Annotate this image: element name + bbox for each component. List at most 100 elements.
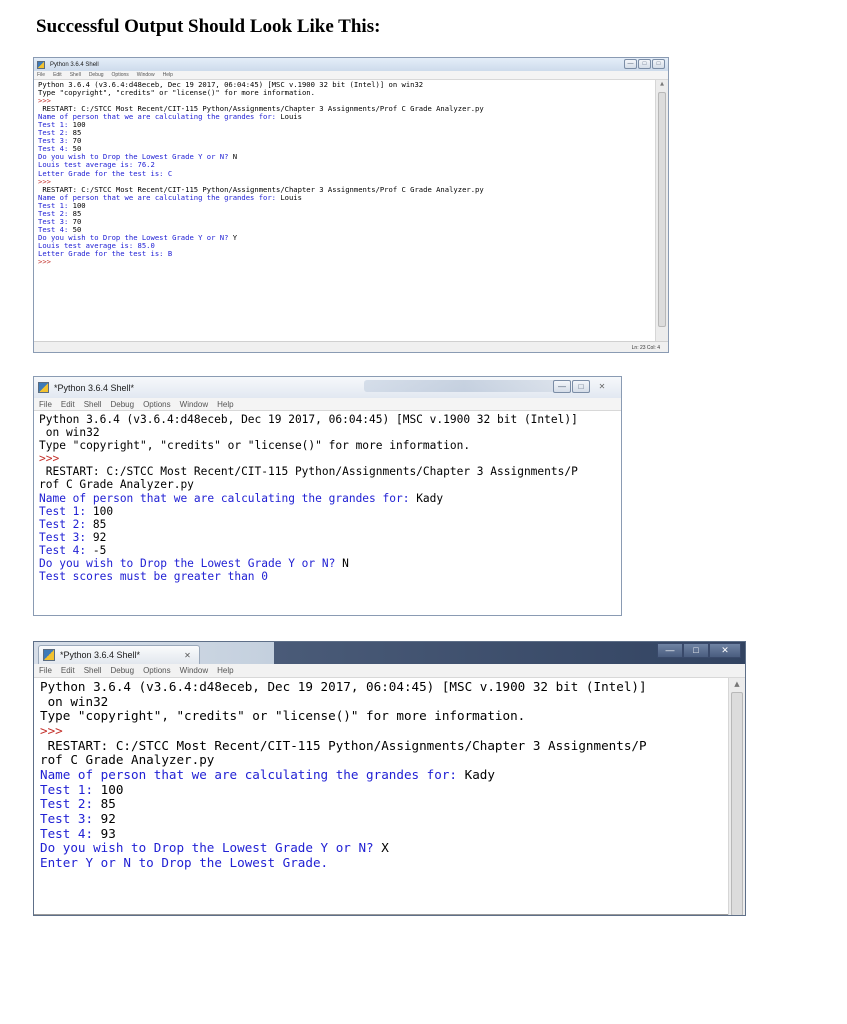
window-controls: — □ ✕ (657, 643, 741, 658)
console-text: Louis (280, 112, 302, 122)
title-bar: Python 3.6.4 Shell — □ □ (34, 58, 668, 71)
menu-edit[interactable]: Edit (61, 400, 75, 409)
menu-bar: File Edit Shell Debug Options Window Hel… (34, 664, 745, 678)
menu-bar: File Edit Shell Debug Options Window Hel… (34, 71, 668, 80)
shell-prompt: >>> (40, 722, 71, 738)
console-text: rof C Grade Analyzer.py (39, 478, 194, 492)
console-text: 100 (100, 781, 124, 797)
console-text: Kady (416, 491, 444, 505)
menu-edit[interactable]: Edit (61, 666, 75, 675)
background-window-blur (364, 380, 564, 392)
console-line: RESTART: C:/STCC Most Recent/CIT-115 Pyt… (39, 465, 621, 478)
program-output: Test 4: (39, 543, 93, 557)
maximize-button[interactable]: □ (638, 59, 651, 69)
console-text: rof C Grade Analyzer.py (40, 752, 215, 768)
console-line: Test 4: 93 (40, 826, 745, 842)
console-text: 92 (92, 530, 107, 544)
menu-debug[interactable]: Debug (110, 666, 134, 675)
console-text: 85 (100, 796, 116, 812)
menu-options[interactable]: Options (112, 72, 129, 78)
console-line: Test 2: 85 (38, 129, 668, 137)
console-text: Type "copyright", "credits" or "license(… (40, 708, 526, 724)
menu-help[interactable]: Help (217, 666, 233, 675)
vertical-scrollbar[interactable]: ▲ (655, 80, 668, 341)
menu-help[interactable]: Help (163, 72, 173, 78)
console-line: Name of person that we are calculating t… (40, 766, 745, 783)
close-button[interactable]: ✕ (591, 380, 613, 393)
program-output: Name of person that we are calculating t… (39, 491, 417, 505)
close-button[interactable]: ✕ (709, 643, 741, 658)
shell-prompt: >>> (38, 257, 56, 267)
minimize-button[interactable]: — (624, 59, 637, 69)
window-tab[interactable]: *Python 3.6.4 Shell* ✕ (38, 645, 200, 664)
console-text: N (342, 557, 349, 571)
menu-edit[interactable]: Edit (53, 72, 62, 78)
close-icon: ✕ (598, 381, 606, 391)
menu-file[interactable]: File (39, 400, 52, 409)
horizontal-scrollbar[interactable] (34, 914, 728, 915)
scroll-up-icon[interactable]: ▲ (656, 82, 668, 87)
program-output: Test 1: (39, 504, 93, 518)
tab-close-icon[interactable]: ✕ (184, 651, 191, 660)
menu-debug[interactable]: Debug (110, 400, 134, 409)
console-text: Kady (464, 766, 495, 782)
close-button[interactable]: □ (652, 59, 665, 69)
console-line: Test scores must be greater than 0 (39, 570, 621, 583)
menu-shell[interactable]: Shell (84, 400, 102, 409)
console-line: Test 3: 70 (38, 137, 668, 145)
minimize-icon: — (627, 61, 634, 67)
minimize-button[interactable]: — (553, 380, 571, 393)
console-line: RESTART: C:/STCC Most Recent/CIT-115 Pyt… (40, 738, 745, 754)
shell-window-1: Python 3.6.4 Shell — □ □ File Edit Shell… (33, 57, 669, 353)
console-line: Type "copyright", "credits" or "license(… (39, 439, 621, 452)
menu-shell[interactable]: Shell (84, 666, 102, 675)
page-heading: Successful Output Should Look Like This: (36, 16, 381, 37)
menu-debug[interactable]: Debug (89, 72, 104, 78)
console-text: Y (232, 232, 238, 242)
console-text: Python 3.6.4 (v3.6.4:d48eceb, Dec 19 201… (39, 413, 578, 426)
console-line: on win32 (39, 426, 621, 439)
console-text: Louis (280, 192, 302, 202)
scroll-thumb[interactable] (731, 692, 743, 915)
console-line: Type "copyright", "credits" or "license(… (40, 708, 745, 724)
menu-help[interactable]: Help (217, 400, 233, 409)
console-text: on win32 (39, 426, 100, 440)
python-icon (38, 382, 49, 393)
vertical-scrollbar[interactable]: ▲ (728, 678, 745, 915)
maximize-button[interactable]: □ (683, 643, 709, 658)
console-line: rof C Grade Analyzer.py (40, 752, 745, 768)
minimize-icon: — (665, 645, 675, 655)
console-line: rof C Grade Analyzer.py (39, 478, 621, 491)
menu-window[interactable]: Window (180, 666, 208, 675)
console-text: Python 3.6.4 (v3.6.4:d48eceb, Dec 19 201… (40, 679, 647, 694)
maximize-button[interactable]: □ (572, 380, 590, 393)
menu-options[interactable]: Options (143, 666, 171, 675)
python-icon (37, 60, 45, 69)
shell-prompt: >>> (39, 452, 66, 466)
window-title: *Python 3.6.4 Shell* (54, 382, 135, 393)
console-line: Python 3.6.4 (v3.6.4:d48eceb, Dec 19 201… (40, 679, 745, 695)
menu-window[interactable]: Window (180, 400, 208, 409)
console-line: Test 1: 100 (39, 505, 621, 518)
shell-console[interactable]: Python 3.6.4 (v3.6.4:d48eceb, Dec 19 201… (34, 678, 745, 915)
console-line: Test 3: 70 (38, 217, 668, 226)
menu-shell[interactable]: Shell (70, 72, 81, 78)
menu-file[interactable]: File (39, 666, 52, 675)
console-line: Python 3.6.4 (v3.6.4:d48eceb, Dec 19 201… (39, 413, 621, 426)
shell-window-3: *Python 3.6.4 Shell* ✕ — □ ✕ File Edit S… (33, 641, 746, 916)
shell-console[interactable]: Python 3.6.4 (v3.6.4:d48eceb, Dec 19 201… (34, 80, 668, 341)
maximize-icon: □ (578, 381, 584, 391)
minimize-button[interactable]: — (657, 643, 683, 658)
shell-console[interactable]: Python 3.6.4 (v3.6.4:d48eceb, Dec 19 201… (34, 411, 621, 615)
python-icon (43, 649, 55, 661)
menu-options[interactable]: Options (143, 400, 171, 409)
console-line: Test 4: -5 (39, 544, 621, 557)
console-line: Do you wish to Drop the Lowest Grade Y o… (39, 557, 621, 570)
window-title: Python 3.6.4 Shell (50, 61, 99, 68)
program-output: Test 3: (39, 530, 93, 544)
scroll-up-icon[interactable]: ▲ (729, 681, 745, 688)
scroll-thumb[interactable] (658, 92, 666, 327)
console-line: Letter Grade for the test is: B (38, 249, 668, 258)
menu-window[interactable]: Window (137, 72, 155, 78)
menu-file[interactable]: File (37, 72, 45, 78)
